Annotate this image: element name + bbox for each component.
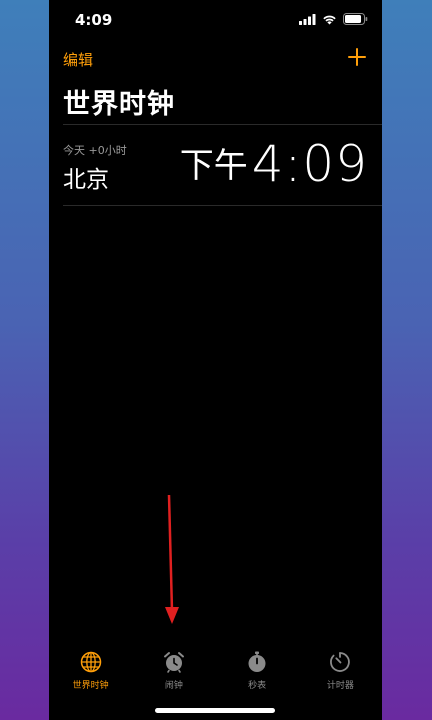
- home-indicator[interactable]: [155, 708, 275, 713]
- clock-offset: 今天 +0小时: [63, 144, 127, 157]
- tab-stopwatch[interactable]: 秒表: [216, 646, 299, 696]
- plus-icon: [348, 48, 366, 66]
- clock-time: 4:09: [251, 135, 368, 193]
- clock-city: 北京: [63, 167, 109, 193]
- status-bar: 4:09: [49, 0, 382, 40]
- clock-time-display: 下午 4:09: [180, 136, 368, 192]
- tab-label: 闹钟: [164, 681, 183, 691]
- page-title: 世界时钟: [63, 89, 175, 120]
- phone-screen: 4:09 编辑 世界时钟 今天 +0小时 北京 下午 4:09 世界时钟 闹钟 …: [49, 0, 382, 720]
- divider-top: [63, 124, 382, 125]
- clock-ampm: 下午: [179, 146, 248, 186]
- battery-icon: [343, 13, 368, 25]
- tab-label: 计时器: [326, 681, 354, 691]
- edit-button[interactable]: 编辑: [63, 49, 93, 70]
- tab-bar: 世界时钟 闹钟 秒表 计时器: [49, 646, 382, 696]
- add-button[interactable]: [344, 44, 370, 70]
- globe-icon: [80, 651, 101, 673]
- red-arrow-down-icon: [165, 495, 179, 624]
- timer-icon: [330, 652, 351, 672]
- alarm-clock-icon: [163, 652, 184, 673]
- stopwatch-icon: [248, 651, 266, 672]
- clock-row[interactable]: 今天 +0小时 北京 下午 4:09: [49, 126, 382, 204]
- tab-alarm[interactable]: 闹钟: [132, 646, 215, 696]
- divider-bottom: [63, 205, 382, 206]
- status-icons: [299, 13, 368, 25]
- tab-label: 秒表: [248, 681, 267, 691]
- wifi-icon: [323, 15, 336, 24]
- tab-timer[interactable]: 计时器: [299, 646, 382, 696]
- status-time: 4:09: [75, 11, 113, 29]
- tab-label: 世界时钟: [72, 681, 109, 691]
- signal-icon: [299, 13, 316, 25]
- tab-world-clock[interactable]: 世界时钟: [49, 646, 132, 696]
